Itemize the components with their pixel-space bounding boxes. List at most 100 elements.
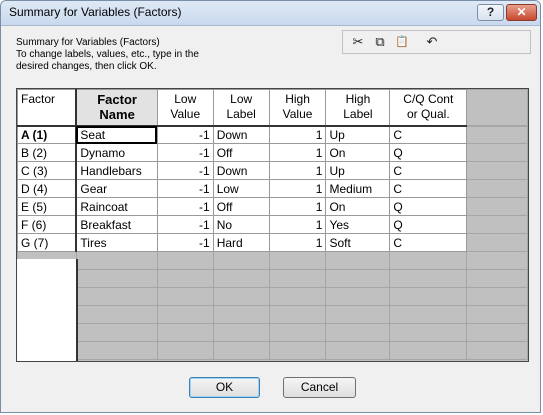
cell-high-label[interactable]: Medium xyxy=(325,179,391,198)
cell-low-value[interactable]: -1 xyxy=(156,161,214,180)
cell-high-value[interactable]: 1 xyxy=(268,143,327,162)
window-title: Summary for Variables (Factors) xyxy=(9,5,182,19)
cell-low-label[interactable]: Low xyxy=(212,179,270,198)
table-row[interactable]: G (7) Tires -1 Hard 1 Soft C xyxy=(17,233,528,252)
cell-low-value[interactable]: -1 xyxy=(156,197,214,216)
cell-name[interactable]: Handlebars xyxy=(75,161,158,180)
empty-cell xyxy=(75,305,158,324)
row-header[interactable]: C (3) xyxy=(17,161,78,180)
empty-cell xyxy=(212,305,270,324)
cell-high-value[interactable]: 1 xyxy=(268,125,327,144)
table-row[interactable]: F (6) Breakfast -1 No 1 Yes Q xyxy=(17,215,528,234)
cut-icon[interactable]: ✂ xyxy=(349,33,367,51)
empty-cell xyxy=(466,287,528,306)
row-header[interactable]: E (5) xyxy=(17,197,78,216)
table-row[interactable]: C (3) Handlebars -1 Down 1 Up C xyxy=(17,161,528,180)
empty-cell xyxy=(75,287,158,306)
empty-cell xyxy=(466,323,528,342)
header-low-label: Low Label xyxy=(212,89,270,127)
row-header[interactable]: B (2) xyxy=(17,143,78,162)
empty-cell xyxy=(212,323,270,342)
cell-cq[interactable]: C xyxy=(389,179,468,198)
empty-cell xyxy=(466,251,528,270)
ok-button[interactable]: OK xyxy=(189,377,260,398)
cell-cq[interactable]: Q xyxy=(389,197,468,216)
empty-cell xyxy=(156,287,214,306)
cell-high-label[interactable]: Up xyxy=(325,125,391,144)
header-high-value: High Value xyxy=(268,89,327,127)
close-button[interactable]: ✕ xyxy=(506,4,537,21)
cell-high-label[interactable]: Soft xyxy=(325,233,391,252)
cell-high-value[interactable]: 1 xyxy=(268,215,327,234)
empty-cell xyxy=(212,341,270,360)
cell-cq[interactable]: C xyxy=(389,233,468,252)
header-low-value: Low Value xyxy=(156,89,214,127)
empty-row-header-area xyxy=(17,259,78,361)
empty-row xyxy=(17,251,528,270)
cell-high-value[interactable]: 1 xyxy=(268,197,327,216)
cell-low-label[interactable]: Off xyxy=(212,197,270,216)
empty-cell xyxy=(156,323,214,342)
row-filler xyxy=(466,143,528,162)
cell-low-label[interactable]: Hard xyxy=(212,233,270,252)
factors-grid[interactable]: Factor Factor Name Low Value Low Label High… xyxy=(16,88,529,362)
header-row: Factor Factor Name Low Value Low Label High… xyxy=(17,89,528,127)
cell-low-value[interactable]: -1 xyxy=(156,215,214,234)
empty-cell xyxy=(268,251,327,270)
help-button[interactable]: ? xyxy=(477,4,504,21)
cell-name[interactable]: Breakfast xyxy=(75,215,158,234)
empty-cell xyxy=(389,341,468,360)
cell-name[interactable]: Raincoat xyxy=(75,197,158,216)
table-row[interactable]: B (2) Dynamo -1 Off 1 On Q xyxy=(17,143,528,162)
cell-cq[interactable]: C xyxy=(389,161,468,180)
empty-cell xyxy=(268,341,327,360)
cell-name[interactable]: Tires xyxy=(75,233,158,252)
row-filler xyxy=(466,215,528,234)
row-filler xyxy=(466,197,528,216)
cell-low-label[interactable]: Down xyxy=(212,161,270,180)
undo-icon[interactable]: ↶ xyxy=(423,33,441,51)
cell-name[interactable]: Gear xyxy=(75,179,158,198)
cell-high-label[interactable]: Yes xyxy=(325,215,391,234)
cell-high-label[interactable]: Up xyxy=(325,161,391,180)
empty-cell xyxy=(75,269,158,288)
cell-low-value[interactable]: -1 xyxy=(156,125,214,144)
row-header[interactable]: A (1) xyxy=(17,125,78,144)
row-header[interactable]: G (7) xyxy=(17,233,78,252)
table-row[interactable]: E (5) Raincoat -1 Off 1 On Q xyxy=(17,197,528,216)
cell-high-value[interactable]: 1 xyxy=(268,233,327,252)
row-header[interactable]: D (4) xyxy=(17,179,78,198)
header-factor-name: Factor Name xyxy=(75,89,158,127)
row-header[interactable]: F (6) xyxy=(17,215,78,234)
cancel-button[interactable]: Cancel xyxy=(283,377,356,398)
paste-icon[interactable]: 📋 xyxy=(393,33,411,51)
table-row[interactable]: D (4) Gear -1 Low 1 Medium C xyxy=(17,179,528,198)
cell-low-label[interactable]: Down xyxy=(212,125,270,144)
cell-low-value[interactable]: -1 xyxy=(156,179,214,198)
empty-cell xyxy=(389,305,468,324)
cell-high-value[interactable]: 1 xyxy=(268,179,327,198)
empty-row xyxy=(17,305,528,324)
empty-cell xyxy=(156,305,214,324)
empty-cell xyxy=(389,251,468,270)
cell-cq[interactable]: C xyxy=(389,125,468,144)
copy-icon[interactable]: ⧉ xyxy=(371,33,389,51)
cell-low-value[interactable]: -1 xyxy=(156,233,214,252)
title-bar[interactable]: Summary for Variables (Factors) ? ✕ xyxy=(1,1,540,26)
cell-cq[interactable]: Q xyxy=(389,215,468,234)
cell-high-value[interactable]: 1 xyxy=(268,161,327,180)
empty-cell xyxy=(212,287,270,306)
cell-name[interactable]: Seat xyxy=(75,125,158,144)
instructions: Summary for Variables (Factors) To chang… xyxy=(16,37,199,73)
cell-low-label[interactable]: No xyxy=(212,215,270,234)
cell-low-label[interactable]: Off xyxy=(212,143,270,162)
header-cq: C/Q Cont or Qual. xyxy=(389,89,468,127)
cell-high-label[interactable]: On xyxy=(325,197,391,216)
table-row[interactable]: A (1) Seat -1 Down 1 Up C xyxy=(17,125,528,144)
cell-name[interactable]: Dynamo xyxy=(75,143,158,162)
row-filler xyxy=(466,179,528,198)
cell-cq[interactable]: Q xyxy=(389,143,468,162)
empty-cell xyxy=(325,341,391,360)
cell-low-value[interactable]: -1 xyxy=(156,143,214,162)
cell-high-label[interactable]: On xyxy=(325,143,391,162)
